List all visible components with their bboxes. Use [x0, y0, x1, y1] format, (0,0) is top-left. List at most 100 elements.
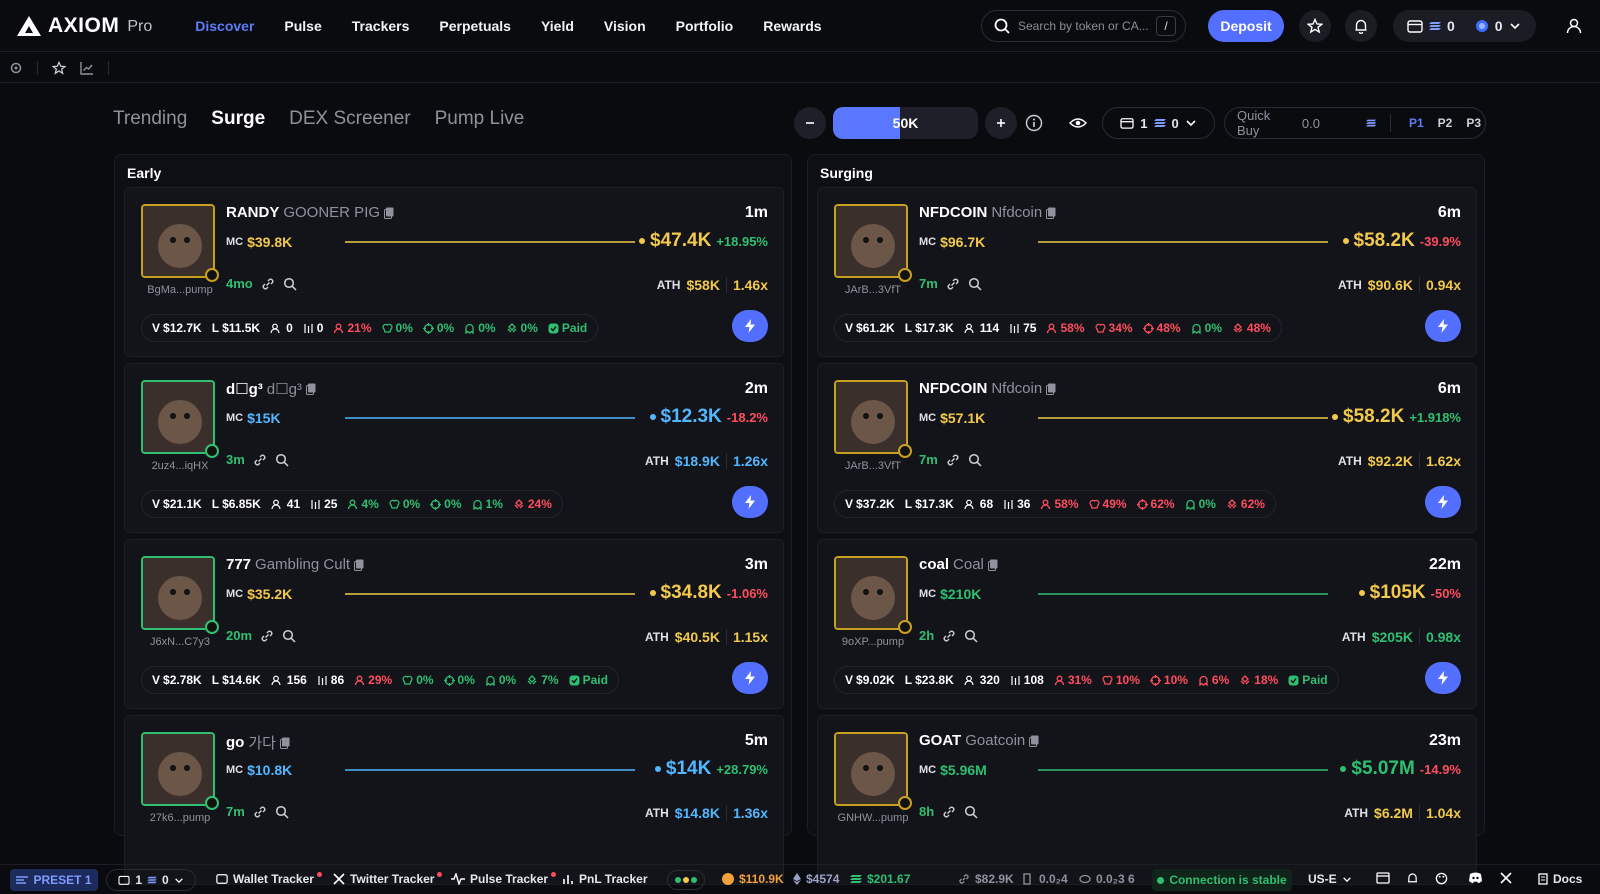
copy-icon[interactable] [1029, 735, 1039, 747]
search-input[interactable] [1018, 19, 1148, 33]
token-avatar[interactable] [834, 380, 908, 454]
layout-button[interactable] [1376, 872, 1390, 884]
notifications-button[interactable] [1345, 10, 1377, 42]
settings-icon[interactable] [9, 61, 23, 75]
nav-portfolio[interactable]: Portfolio [661, 18, 749, 34]
token-address[interactable]: BgMa...pump [141, 284, 219, 296]
quick-buy-button[interactable] [1425, 486, 1461, 518]
theme-button[interactable] [1435, 872, 1448, 885]
preset-button[interactable]: PRESET 1 [10, 869, 98, 891]
token-avatar[interactable] [141, 556, 215, 630]
wallet-select[interactable]: 1 0 [1102, 107, 1215, 139]
logo[interactable]: AXIOM Pro [16, 14, 152, 38]
nav-pulse[interactable]: Pulse [269, 18, 336, 34]
quick-buy-button[interactable] [1425, 310, 1461, 342]
copy-icon[interactable] [987, 559, 998, 571]
pnl-tracker-button[interactable]: PnL Tracker [562, 872, 647, 886]
link-icon[interactable] [261, 277, 275, 291]
preset-p3[interactable]: P3 [1462, 116, 1485, 130]
chart-icon[interactable] [80, 61, 94, 75]
pulse-tracker-button[interactable]: Pulse Tracker [451, 871, 557, 886]
token-card[interactable]: J6xN...C7y3 777 Gambling Cult 3m MC $35.… [124, 539, 784, 709]
search-icon[interactable] [275, 805, 289, 819]
bottom-wallet-select[interactable]: 1 0 [106, 869, 196, 891]
quick-buy-button[interactable] [732, 310, 768, 342]
quick-buy-input[interactable]: 0.0 [1302, 116, 1352, 131]
link-icon[interactable] [946, 277, 960, 291]
watchlist-button[interactable] [1299, 10, 1331, 42]
tab-dex-screener[interactable]: DEX Screener [289, 108, 410, 130]
token-address[interactable]: JArB...3VfT [834, 460, 912, 472]
nav-vision[interactable]: Vision [589, 18, 661, 34]
increase-button[interactable] [985, 107, 1017, 139]
copy-icon[interactable] [384, 207, 394, 219]
copy-icon[interactable] [354, 559, 364, 571]
nav-yield[interactable]: Yield [526, 18, 589, 34]
token-address[interactable]: J6xN...C7y3 [141, 636, 219, 648]
region-select[interactable]: US-E [1308, 872, 1352, 886]
chain-toggle[interactable] [667, 870, 705, 890]
bottom-bell-button[interactable] [1406, 872, 1419, 885]
twitter-tracker-button[interactable]: Twitter Tracker [333, 871, 443, 886]
search-icon[interactable] [968, 453, 982, 467]
search-icon[interactable] [964, 805, 978, 819]
link-icon[interactable] [260, 629, 274, 643]
wallet-balance-pill[interactable]: 0 0 [1393, 10, 1536, 42]
quick-buy-button[interactable] [732, 662, 768, 694]
token-avatar[interactable] [834, 732, 908, 806]
search-icon[interactable] [283, 277, 297, 291]
profile-button[interactable] [1558, 10, 1590, 42]
token-avatar[interactable] [141, 380, 215, 454]
token-card[interactable]: 9oXP...pump coal Coal 22m MC $210K $105K… [817, 539, 1477, 709]
nav-perpetuals[interactable]: Perpetuals [424, 18, 526, 34]
info-button[interactable] [1024, 113, 1044, 133]
link-icon[interactable] [946, 453, 960, 467]
token-card[interactable]: JArB...3VfT NFDCOIN Nfdcoin 6m MC $57.1K… [817, 363, 1477, 533]
token-card[interactable]: GNHW...pump GOAT Goatcoin 23m MC $5.96M … [817, 715, 1477, 885]
preset-p1[interactable]: P1 [1405, 116, 1428, 130]
token-card[interactable]: 27k6...pump go 가다 5m MC $10.8K $14K +28.… [124, 715, 784, 885]
deposit-button[interactable]: Deposit [1208, 10, 1284, 42]
token-address[interactable]: 2uz4...iqHX [141, 460, 219, 472]
token-card[interactable]: JArB...3VfT NFDCOIN Nfdcoin 6m MC $96.7K… [817, 187, 1477, 357]
mc-threshold-slider[interactable]: 50K [833, 107, 978, 139]
star-icon[interactable] [52, 60, 66, 75]
quick-buy-box[interactable]: Quick Buy 0.0 P1 P2 P3 [1224, 107, 1486, 139]
preset-p2[interactable]: P2 [1434, 116, 1457, 130]
search-box[interactable]: / [981, 10, 1186, 42]
nav-discover[interactable]: Discover [180, 18, 269, 34]
link-icon[interactable] [253, 453, 267, 467]
token-avatar[interactable] [834, 204, 908, 278]
search-icon[interactable] [968, 277, 982, 291]
copy-icon[interactable] [305, 383, 316, 395]
copy-icon[interactable] [279, 737, 290, 749]
token-avatar[interactable] [834, 556, 908, 630]
docs-button[interactable]: Docs [1538, 872, 1582, 886]
token-address[interactable]: JArB...3VfT [834, 284, 912, 296]
quick-buy-button[interactable] [732, 486, 768, 518]
token-avatar[interactable] [141, 204, 215, 278]
copy-icon[interactable] [1046, 207, 1056, 219]
nav-trackers[interactable]: Trackers [337, 18, 425, 34]
decrease-button[interactable] [794, 107, 826, 139]
token-address[interactable]: 9oXP...pump [834, 636, 912, 648]
wallet-tracker-button[interactable]: Wallet Tracker [216, 871, 322, 886]
tab-trending[interactable]: Trending [113, 108, 187, 130]
link-icon[interactable] [942, 805, 956, 819]
token-address[interactable]: 27k6...pump [141, 812, 219, 824]
discord-button[interactable] [1468, 872, 1483, 884]
copy-icon[interactable] [1046, 383, 1056, 395]
token-address[interactable]: GNHW...pump [834, 812, 912, 824]
tab-surge[interactable]: Surge [211, 108, 265, 130]
search-icon[interactable] [282, 629, 296, 643]
tab-pump-live[interactable]: Pump Live [435, 108, 525, 130]
token-avatar[interactable] [141, 732, 215, 806]
token-card[interactable]: 2uz4...iqHX d☐g³ d☐g³ 2m MC $15K $12.3K … [124, 363, 784, 533]
x-button[interactable] [1500, 872, 1512, 884]
link-icon[interactable] [942, 629, 956, 643]
link-icon[interactable] [253, 805, 267, 819]
quick-buy-button[interactable] [1425, 662, 1461, 694]
search-icon[interactable] [964, 629, 978, 643]
visibility-button[interactable] [1062, 107, 1094, 139]
search-icon[interactable] [275, 453, 289, 467]
